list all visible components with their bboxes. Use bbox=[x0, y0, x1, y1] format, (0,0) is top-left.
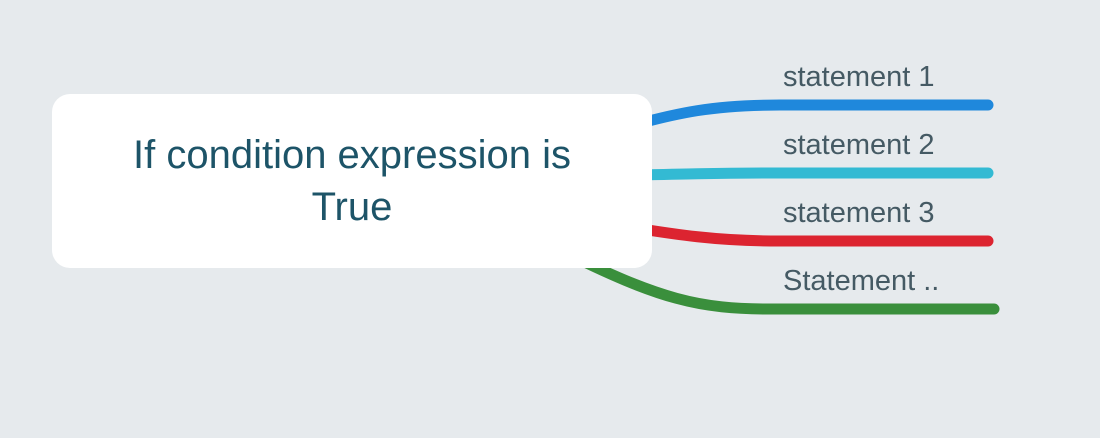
branch-topic-3[interactable]: statement 3 bbox=[783, 197, 935, 230]
root-topic[interactable]: If condition expression is True bbox=[52, 94, 652, 268]
branch-line-2 bbox=[594, 167, 994, 182]
root-topic-text: If condition expression is True bbox=[132, 133, 571, 229]
branch-topic-4[interactable]: Statement .. bbox=[783, 265, 939, 298]
branch-topic-1[interactable]: statement 1 bbox=[783, 61, 935, 94]
branch-topic-2[interactable]: statement 2 bbox=[783, 129, 935, 162]
